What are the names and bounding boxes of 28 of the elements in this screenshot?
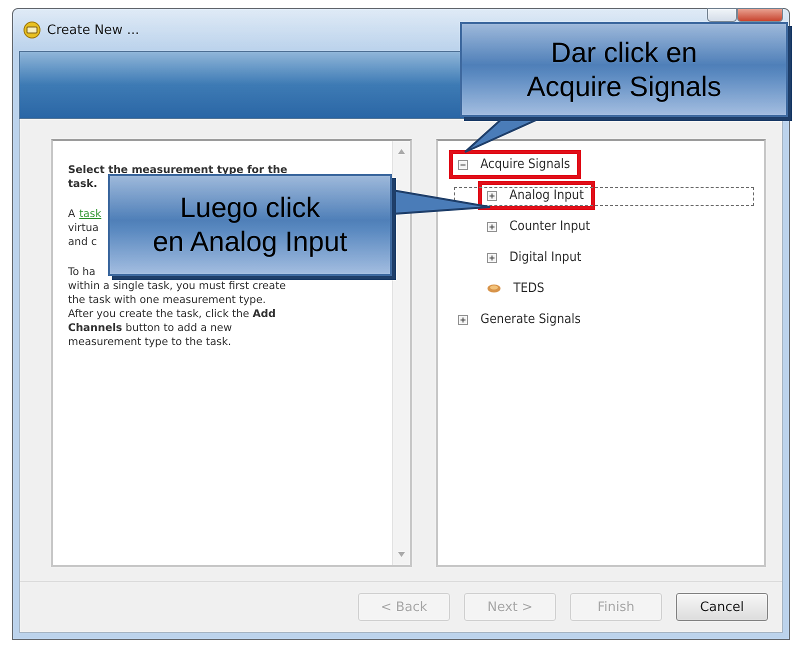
help-text: virtua [68, 222, 99, 234]
expand-icon[interactable] [458, 314, 468, 324]
help-text: within a single task, you must first create [68, 280, 286, 292]
tree-item[interactable]: Counter Input [481, 215, 598, 238]
help-text: task. [68, 178, 98, 190]
help-text: the task with one measurement type. [68, 294, 266, 306]
collapse-icon[interactable] [458, 160, 468, 170]
help-text: A [68, 208, 76, 220]
help-text: measurement type to the task. [68, 336, 232, 348]
app-icon [23, 21, 41, 39]
sensor-icon [487, 284, 502, 293]
expand-icon[interactable] [487, 190, 498, 200]
help-text: To ha [68, 266, 96, 278]
help-text: Channels button to add a new [68, 322, 232, 334]
tree-item[interactable]: Digital Input [481, 246, 590, 269]
tree-item[interactable]: TEDS [481, 277, 552, 300]
expand-icon[interactable] [487, 222, 498, 232]
help-text: and c [68, 236, 97, 248]
highlighted-tree-item[interactable]: Acquire Signals [452, 153, 578, 176]
help-link[interactable]: task [79, 208, 102, 220]
dialog-button[interactable]: Cancel [676, 593, 768, 621]
highlighted-tree-item[interactable]: Analog Input [481, 184, 592, 207]
window-title: Create New ... [47, 22, 140, 38]
help-text: Select the measurement type for the [68, 164, 288, 176]
tree-item[interactable]: Generate Signals [452, 308, 589, 331]
minimize-button[interactable] [707, 8, 737, 22]
help-text: After you create the task, click the Add [68, 308, 276, 320]
expand-icon[interactable] [487, 252, 498, 262]
